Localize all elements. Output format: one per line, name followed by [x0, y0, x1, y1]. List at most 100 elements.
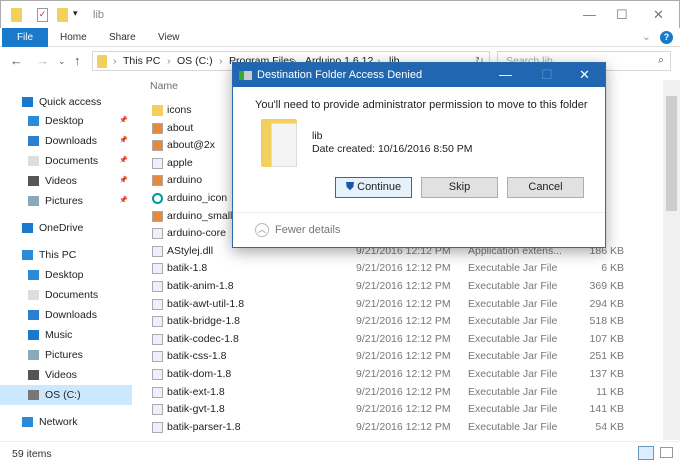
sidebar-item[interactable]: Downloads: [0, 305, 132, 325]
file-row[interactable]: batik-codec-1.8 9/21/2016 12:12 PM Executa…: [140, 331, 660, 348]
continue-button[interactable]: ⛊ Continue: [335, 177, 412, 198]
file-date: 9/21/2016 12:12 PM: [356, 332, 451, 345]
breadcrumb-this-pc[interactable]: This PC: [123, 55, 160, 67]
sidebar-item-label: Downloads: [45, 135, 97, 147]
videos-icon: [28, 176, 39, 186]
large-icons-view-icon[interactable]: [660, 447, 673, 458]
expand-ribbon-icon[interactable]: ⌄: [642, 31, 651, 43]
sidebar-item[interactable]: Desktop: [0, 265, 132, 285]
cancel-button[interactable]: Cancel: [507, 177, 584, 198]
customize-toolbar-icon[interactable]: ▾: [73, 8, 78, 19]
file-type: Executable Jar File: [468, 280, 558, 292]
file-date: 9/21/2016 12:12 PM: [356, 297, 451, 310]
file-name: apple: [167, 156, 193, 169]
dialog-close-button[interactable]: ✕: [579, 63, 590, 87]
file-type: Executable Jar File: [468, 315, 558, 328]
sidebar-item-label: Documents: [45, 289, 99, 301]
pin-icon: 📌: [119, 137, 128, 144]
file-type: Executable Jar File: [468, 332, 558, 345]
maximize-button[interactable]: ☐: [616, 7, 628, 23]
file-icon: [152, 140, 163, 152]
sidebar-item[interactable]: Documents 📌: [0, 151, 132, 171]
column-header-name[interactable]: Name: [150, 80, 178, 92]
desktop-icon: [28, 270, 39, 280]
sidebar-item[interactable]: Network: [0, 412, 132, 432]
file-row[interactable]: batik-css-1.8 9/21/2016 12:12 PM Executabl…: [140, 348, 660, 365]
date-created: Date created: 10/16/2016 8:50 PM: [312, 143, 473, 155]
dialog-app-icon: [239, 71, 252, 80]
sidebar-item[interactable]: Music: [0, 325, 132, 345]
file-size: 11 KB: [596, 385, 624, 398]
download-icon: [28, 310, 39, 320]
dialog-message: You'll need to provide administrator per…: [255, 99, 588, 111]
tab-view[interactable]: View: [148, 28, 190, 47]
documents-icon: [28, 290, 39, 300]
tab-home[interactable]: Home: [50, 28, 97, 47]
continue-label: Continue: [357, 181, 402, 193]
sidebar-item[interactable]: Quick access: [0, 92, 132, 112]
scrollbar-thumb[interactable]: [666, 96, 677, 211]
item-count: 59 items: [12, 448, 52, 460]
sidebar-item[interactable]: Videos 📌: [0, 171, 132, 191]
file-row[interactable]: batik-anim-1.8 9/21/2016 12:12 PM Executab…: [140, 278, 660, 295]
back-icon[interactable]: ←: [10, 53, 23, 68]
minimize-button[interactable]: —: [583, 7, 596, 22]
file-icon: [152, 386, 163, 398]
sidebar-item[interactable]: Downloads 📌: [0, 131, 132, 151]
file-size: 294 KB: [589, 297, 624, 310]
file-icon: [152, 157, 163, 169]
sidebar-item[interactable]: Documents: [0, 285, 132, 305]
file-date: 9/21/2016 12:12 PM: [356, 368, 451, 380]
tab-share[interactable]: Share: [99, 28, 146, 47]
pin-icon: 📌: [119, 197, 128, 204]
sidebar-item[interactable]: Videos: [0, 365, 132, 385]
help-icon[interactable]: ?: [660, 31, 673, 44]
file-icon: [152, 210, 163, 222]
new-folder-icon[interactable]: [57, 8, 68, 22]
breadcrumb-os-c[interactable]: OS (C:): [177, 55, 213, 67]
sidebar-item-label: OneDrive: [39, 222, 84, 234]
forward-icon[interactable]: →: [36, 53, 49, 68]
sidebar-item-label: Videos: [45, 175, 77, 187]
search-icon: ⌕: [658, 54, 664, 66]
skip-button[interactable]: Skip: [421, 177, 498, 198]
file-name: icons: [167, 104, 192, 116]
sidebar-item[interactable]: Desktop 📌: [0, 111, 132, 131]
fewer-details-toggle[interactable]: ︿ Fewer details: [255, 223, 340, 237]
up-icon[interactable]: ↑: [74, 53, 81, 68]
properties-icon[interactable]: ✓: [37, 8, 48, 22]
download-icon: [28, 136, 39, 146]
sidebar-item[interactable]: Pictures 📌: [0, 191, 132, 211]
file-name: about@2x: [167, 139, 216, 152]
file-icon: [152, 193, 163, 204]
sidebar-item[interactable]: OS (C:): [0, 385, 132, 405]
desktop-icon: [28, 116, 39, 126]
computer-icon: [22, 250, 33, 260]
folder-icon: [11, 8, 22, 22]
file-row[interactable]: batik-awt-util-1.8 9/21/2016 12:12 PM Exec…: [140, 296, 660, 313]
file-row[interactable]: batik-bridge-1.8 9/21/2016 12:12 PM Execut…: [140, 313, 660, 330]
chevron-up-icon: ︿: [255, 223, 269, 237]
close-button[interactable]: ✕: [653, 7, 664, 23]
file-name: batik-ext-1.8: [167, 385, 225, 398]
tab-file[interactable]: File: [2, 28, 48, 47]
navigation-pane: Quick access Desktop 📌 Downloads 📌 Documents 📌…: [0, 86, 132, 441]
file-name: batik-bridge-1.8: [167, 315, 240, 328]
sidebar-item[interactable]: This PC: [0, 245, 132, 265]
dialog-minimize-button[interactable]: —: [499, 63, 512, 87]
file-row[interactable]: batik-1.8 9/21/2016 12:12 PM Executable Ja…: [140, 260, 660, 277]
file-row[interactable]: batik-parser-1.8 9/21/2016 12:12 PM Execut…: [140, 419, 660, 436]
recent-locations-icon[interactable]: ⌄: [58, 56, 66, 67]
sidebar-item[interactable]: Pictures: [0, 345, 132, 365]
details-view-icon[interactable]: [638, 446, 654, 460]
cloud-icon: [22, 223, 33, 233]
access-denied-dialog: Destination Folder Access Denied — ☐ ✕ Y…: [232, 62, 606, 248]
title-bar: ✓ ▾ lib — ☐ ✕: [0, 0, 680, 28]
file-name: arduino: [167, 174, 203, 187]
sidebar-item[interactable]: OneDrive: [0, 218, 132, 238]
file-row[interactable]: batik-ext-1.8 9/21/2016 12:12 PM Executabl…: [140, 384, 660, 401]
file-icon: [152, 351, 163, 363]
file-icon: [152, 404, 163, 416]
file-row[interactable]: batik-dom-1.8 9/21/2016 12:12 PM Executabl…: [140, 366, 660, 383]
file-row[interactable]: batik-gvt-1.8 9/21/2016 12:12 PM Executabl…: [140, 401, 660, 418]
